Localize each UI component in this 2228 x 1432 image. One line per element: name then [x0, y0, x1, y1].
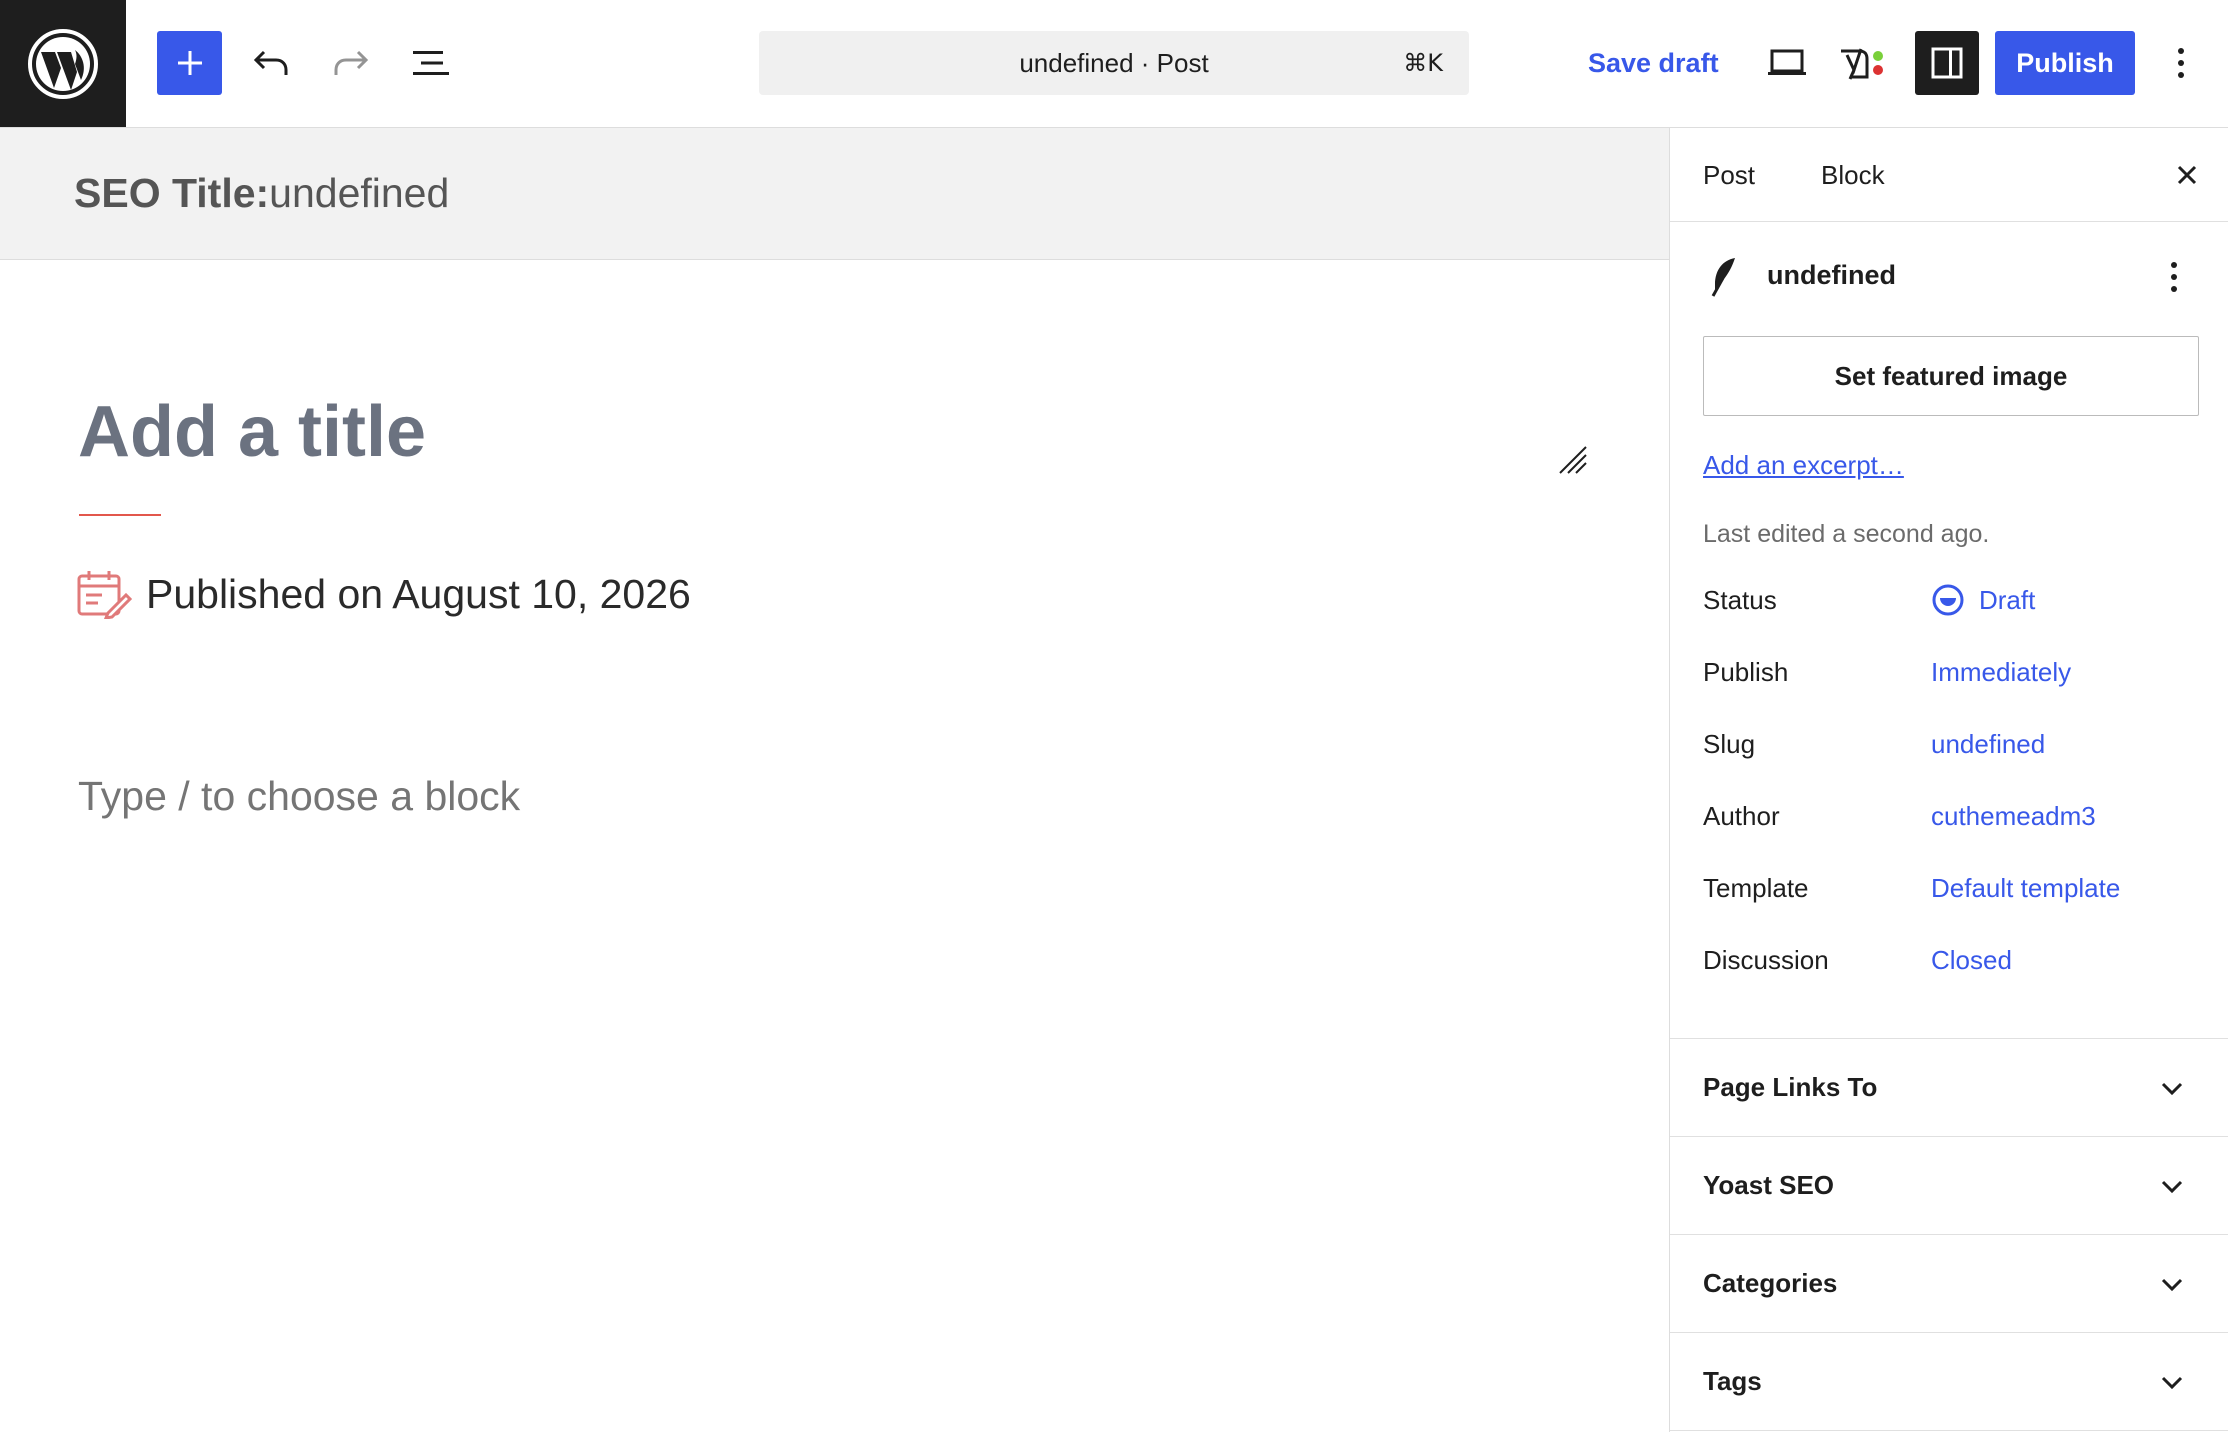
seo-title-value: undefined: [269, 170, 450, 216]
options-menu-button[interactable]: [2153, 31, 2209, 95]
document-title: undefined · Post: [1019, 47, 1209, 78]
meta-row-discussion: Discussion Closed: [1703, 940, 2199, 980]
plus-icon: [177, 51, 202, 75]
meta-value: Draft: [1979, 584, 2036, 615]
undo-icon: [253, 50, 288, 75]
settings-sidebar-toggle[interactable]: [1915, 31, 1979, 95]
title-underline: [79, 514, 161, 516]
seo-title-label: SEO Title:: [74, 170, 270, 216]
post-actions-button[interactable]: [2154, 254, 2194, 300]
template-toggle[interactable]: Default template: [1931, 873, 2120, 904]
discussion-toggle[interactable]: Closed: [1931, 945, 2012, 976]
wordpress-logo-icon: [28, 28, 98, 99]
post-name: undefined: [1767, 260, 1896, 290]
settings-sidebar: Post Block undefined Set featured image …: [1669, 128, 2228, 1432]
meta-row-status: Status Draft: [1703, 580, 2199, 620]
document-overview-button[interactable]: [400, 31, 462, 95]
meta-label: Template: [1703, 872, 1809, 903]
yoast-icon: [1841, 48, 1883, 80]
meta-label: Status: [1703, 584, 1777, 615]
meta-row-slug: Slug undefined: [1703, 724, 2199, 764]
meta-label: Publish: [1703, 656, 1789, 687]
set-featured-image-button[interactable]: Set featured image: [1703, 336, 2199, 416]
tab-block[interactable]: Block: [1821, 128, 1885, 222]
tab-post[interactable]: Post: [1703, 128, 1755, 222]
list-view-icon: [413, 51, 449, 75]
sidebar-settings-icon: [1931, 47, 1963, 79]
chevron-down-icon: [2161, 1180, 2183, 1194]
seo-title-bar: SEO Title: undefined: [0, 128, 1669, 260]
meta-label: Author: [1703, 800, 1780, 831]
author-toggle[interactable]: cuthemeadm3: [1931, 801, 2096, 832]
panel-page-links-to[interactable]: Page Links To: [1670, 1039, 2228, 1137]
panel-yoast-seo[interactable]: Yoast SEO: [1670, 1137, 2228, 1235]
publish-button[interactable]: Publish: [1995, 31, 2135, 95]
preview-desktop-icon: [1768, 49, 1806, 75]
block-inserter-button[interactable]: [157, 31, 222, 95]
panel-title: Yoast SEO: [1703, 1170, 1835, 1200]
panel-title: Tags: [1703, 1366, 1762, 1396]
close-sidebar-button[interactable]: [2164, 152, 2210, 198]
save-draft-button[interactable]: Save draft: [1572, 31, 1735, 95]
meta-label: Slug: [1703, 728, 1756, 759]
wordpress-logo-button[interactable]: [0, 0, 126, 127]
last-edited-text: Last edited a second ago.: [1703, 520, 1990, 548]
more-vertical-icon: [2171, 262, 2177, 292]
sidebar-tabs: Post Block: [1670, 128, 2228, 222]
command-palette-bar[interactable]: undefined · Post ⌘K: [759, 31, 1469, 95]
meta-row-publish: Publish Immediately: [1703, 652, 2199, 692]
panel-categories[interactable]: Categories: [1670, 1235, 2228, 1333]
publish-date-toggle[interactable]: Immediately: [1931, 657, 2071, 688]
panel-title: Categories: [1703, 1268, 1838, 1298]
editor-top-toolbar: undefined · Post ⌘K Save draft Publish: [0, 0, 2228, 128]
chevron-down-icon: [2161, 1376, 2183, 1390]
meta-row-template: Template Default template: [1703, 868, 2199, 908]
published-date-text: Published on August 10, 2026: [146, 570, 691, 617]
command-shortcut: ⌘K: [1403, 49, 1443, 77]
chevron-down-icon: [2161, 1278, 2183, 1292]
panel-tags[interactable]: Tags: [1670, 1333, 2228, 1431]
add-excerpt-link[interactable]: Add an excerpt…: [1703, 450, 1904, 481]
post-title-input[interactable]: Add a title: [78, 391, 426, 473]
post-feather-icon: [1711, 258, 1735, 297]
chevron-down-icon: [2161, 1082, 2183, 1096]
draft-status-icon: [1932, 584, 1964, 616]
calendar-edit-icon: [77, 571, 132, 619]
meta-label: Discussion: [1703, 944, 1829, 975]
editor-canvas: Add a title Published on August 10, 2026…: [0, 261, 1669, 1432]
panel-title: Page Links To: [1703, 1072, 1878, 1102]
undo-button[interactable]: [240, 31, 302, 95]
slug-toggle[interactable]: undefined: [1931, 729, 2045, 760]
close-icon: [2177, 165, 2197, 185]
preview-button[interactable]: [1756, 31, 1818, 95]
resize-handle-icon[interactable]: [1556, 443, 1590, 477]
published-date-row: Published on August 10, 2026: [76, 569, 691, 619]
status-toggle[interactable]: Draft: [1931, 583, 2035, 617]
meta-row-author: Author cuthemeadm3: [1703, 796, 2199, 836]
redo-button[interactable]: [320, 31, 382, 95]
block-appender[interactable]: Type / to choose a block: [78, 773, 520, 820]
more-vertical-icon: [2178, 48, 2184, 78]
redo-icon: [334, 50, 369, 75]
yoast-seo-button[interactable]: [1832, 31, 1896, 95]
post-summary-panel: undefined Set featured image Add an exce…: [1670, 222, 2228, 1039]
